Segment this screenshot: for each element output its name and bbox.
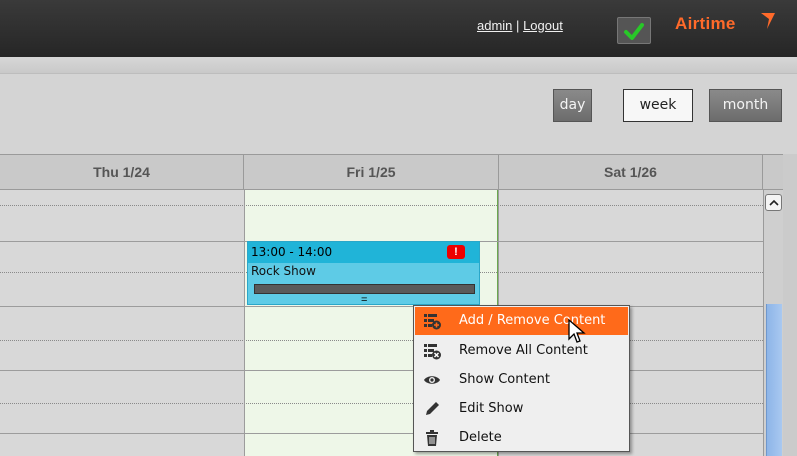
- menu-item-edit-show[interactable]: Edit Show: [415, 395, 628, 423]
- eye-icon: [424, 376, 440, 384]
- logo-arrow-icon: [761, 13, 775, 29]
- grid-line: [0, 205, 763, 206]
- logout-link[interactable]: Logout: [523, 18, 563, 33]
- mouse-pointer-icon: [568, 319, 586, 343]
- alert-icon[interactable]: !: [447, 245, 465, 259]
- column-header-fri[interactable]: Fri 1/25: [244, 155, 499, 189]
- right-gutter: [783, 154, 797, 456]
- menu-item-label: Show Content: [459, 372, 550, 387]
- pencil-icon: [426, 402, 439, 415]
- column-header-thu[interactable]: Thu 1/24: [0, 155, 244, 189]
- menu-item-label: Delete: [459, 430, 502, 445]
- column-divider: [244, 190, 245, 456]
- view-week-button[interactable]: week: [623, 89, 693, 122]
- grid-line: [0, 370, 763, 371]
- check-icon: [624, 23, 644, 40]
- show-event[interactable]: 13:00 - 14:00 ! Rock Show =: [247, 241, 480, 306]
- user-links-separator: |: [516, 18, 520, 33]
- scroll-thumb[interactable]: [766, 304, 782, 456]
- calendar-grid[interactable]: [0, 190, 763, 456]
- grid-line: [0, 306, 763, 307]
- brand-logo[interactable]: Airtime: [675, 13, 775, 34]
- calendar-scrollbar[interactable]: [763, 190, 783, 456]
- user-links: admin | Logout: [477, 18, 563, 33]
- grid-line: [0, 433, 763, 434]
- menu-item-delete[interactable]: Delete: [415, 424, 628, 452]
- resize-handle[interactable]: =: [361, 295, 367, 306]
- event-progress-bar: [254, 284, 475, 294]
- top-bar: admin | Logout Airtime: [0, 0, 797, 57]
- menu-item-add-remove-content[interactable]: Add / Remove Content: [415, 307, 628, 335]
- menu-item-remove-all-content[interactable]: Remove All Content: [415, 337, 628, 365]
- brand-name: Airtime: [675, 14, 736, 33]
- menu-item-show-content[interactable]: Show Content: [415, 366, 628, 394]
- column-header-sat[interactable]: Sat 1/26: [499, 155, 763, 189]
- grid-line: [0, 403, 763, 404]
- event-time: 13:00 - 14:00: [248, 242, 479, 263]
- calendar-header: Thu 1/24 Fri 1/25 Sat 1/26: [0, 154, 797, 190]
- scroll-up-button[interactable]: [765, 194, 782, 211]
- view-day-button[interactable]: day: [553, 89, 592, 122]
- event-title: Rock Show: [251, 264, 316, 278]
- admin-link[interactable]: admin: [477, 18, 512, 33]
- header-band: [0, 57, 797, 74]
- status-button[interactable]: [617, 17, 651, 44]
- trash-icon: [426, 430, 438, 446]
- menu-item-label: Edit Show: [459, 401, 524, 416]
- add-content-icon: [424, 314, 441, 330]
- view-month-button[interactable]: month: [709, 89, 782, 122]
- chevron-up-icon: [768, 199, 779, 206]
- context-menu: Add / Remove Content Remove All Content …: [413, 305, 630, 452]
- remove-content-icon: [424, 344, 441, 360]
- grid-line: [0, 340, 763, 341]
